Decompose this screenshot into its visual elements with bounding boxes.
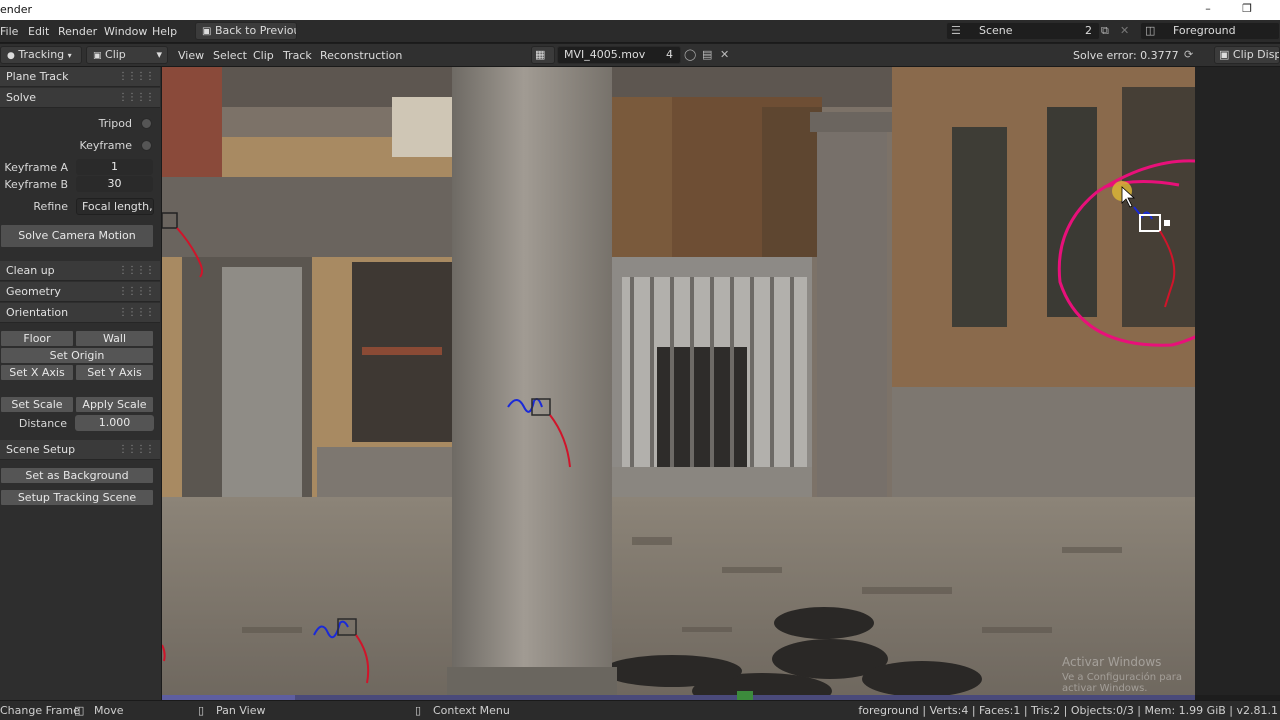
view-layer-selector[interactable]: ◫ Foreground [1140,22,1280,40]
tracking-mode-icon: ● [7,51,15,61]
drag-grip-icon[interactable]: ⋮⋮⋮⋮ [118,261,155,281]
clip-frame [162,67,1195,695]
current-frame-indicator[interactable] [737,691,753,700]
keyframe-a-label: Keyframe A [4,161,68,174]
keyframe-a-field[interactable]: 1 [76,159,153,175]
new-scene-icon[interactable]: ⧉ [1101,24,1109,38]
drag-grip-icon[interactable]: ⋮⋮⋮⋮ [118,67,155,87]
chevron-down-icon: ▾ [67,51,72,60]
clip-browse-button[interactable]: ▦ [531,46,555,64]
clip-display-button[interactable]: ▣ Clip Displ [1214,46,1280,64]
menu-reconstruction[interactable]: Reconstruction [320,49,402,62]
scene-icon: ☰ [951,24,961,37]
menu-track[interactable]: Track [283,49,312,62]
mode-select[interactable]: ● Tracking ▾ [0,46,82,64]
clip-name-field[interactable]: MVI_4005.mov 4 [557,46,681,64]
menu-window[interactable]: Window [104,25,147,38]
scene-selector[interactable]: ☰ Scene 2 [946,22,1100,40]
panel-geometry[interactable]: Geometry ⋮⋮⋮⋮ [0,282,160,302]
mouse-move-icon: ◫ [74,704,85,717]
mouse-right-icon: ▯ [415,704,422,717]
tool-sidebar: Plane Track ⋮⋮⋮⋮ Solve ⋮⋮⋮⋮ Tripod Keyfr… [0,67,162,700]
clip-editor-header: ● Tracking ▾ ▣ Clip ▾ View Select Clip T… [0,44,1280,67]
close-icon[interactable]: ✕ [720,48,729,61]
panel-scene-setup[interactable]: Scene Setup ⋮⋮⋮⋮ [0,440,160,460]
back-to-previous-button[interactable]: ▣ Back to Previous [195,22,297,40]
activation-watermark-title: Activar Windows [1062,655,1162,669]
window-titlebar: ender – ❐ [0,0,1280,20]
solve-camera-motion-button[interactable]: Solve Camera Motion [0,224,154,248]
drag-grip-icon[interactable]: ⋮⋮⋮⋮ [118,440,155,460]
set-y-axis-button[interactable]: Set Y Axis [75,364,154,381]
drag-grip-icon[interactable]: ⋮⋮⋮⋮ [118,282,155,302]
status-change-frame: Change Frame [0,704,80,717]
setup-tracking-scene-button[interactable]: Setup Tracking Scene [0,489,154,506]
right-region-strip [1195,67,1280,695]
floor-button[interactable]: Floor [0,330,74,347]
menu-select[interactable]: Select [213,49,247,62]
screen-icon: ▣ [202,26,212,37]
set-scale-button[interactable]: Set Scale [0,396,74,413]
panel-clean-up[interactable]: Clean up ⋮⋮⋮⋮ [0,261,160,281]
delete-scene-icon[interactable]: ✕ [1120,24,1129,37]
fake-user-icon[interactable]: ◯ [684,48,696,61]
activation-watermark-text: Ve a Configuración para activar Windows. [1062,672,1182,694]
set-as-background-button[interactable]: Set as Background [0,467,154,484]
pivot-icon[interactable]: ⟳ [1184,48,1193,61]
top-menubar: File Edit Render Window Help ▣ Back to P… [0,20,1280,43]
keyframe-b-label: Keyframe B [4,178,68,191]
status-stats: foreground | Verts:4 | Faces:1 | Tris:2 … [858,704,1278,717]
window-title: ender [0,3,33,16]
status-pan-view: Pan View [216,704,266,717]
solve-error-readout: Solve error: 0.3777 [1073,49,1179,62]
menu-edit[interactable]: Edit [28,25,49,38]
wall-button[interactable]: Wall [75,330,154,347]
view-select[interactable]: ▣ Clip ▾ [86,46,168,64]
panel-plane-track[interactable]: Plane Track ⋮⋮⋮⋮ [0,67,160,87]
keyframe-label: Keyframe [79,139,132,152]
menu-view[interactable]: View [178,49,204,62]
set-origin-button[interactable]: Set Origin [0,347,154,364]
minimize-icon[interactable]: – [1198,2,1218,15]
film-icon: ▦ [535,48,546,61]
drag-grip-icon[interactable]: ⋮⋮⋮⋮ [118,303,155,323]
menu-help[interactable]: Help [152,25,177,38]
apply-scale-button[interactable]: Apply Scale [75,396,154,413]
clip-viewport[interactable]: Activar Windows Ve a Configuración para … [162,67,1195,695]
status-context-menu: Context Menu [433,704,510,717]
set-x-axis-button[interactable]: Set X Axis [0,364,74,381]
display-icon: ▣ [1219,48,1230,61]
clip-view-icon: ▣ [93,51,102,61]
refine-label: Refine [33,200,68,213]
panel-orientation[interactable]: Orientation ⋮⋮⋮⋮ [0,303,160,323]
status-move: Move [94,704,124,717]
distance-field[interactable]: 1.000 [75,415,154,431]
restore-icon[interactable]: ❐ [1237,2,1257,15]
menu-file[interactable]: File [0,25,18,38]
tripod-checkbox[interactable] [141,118,152,129]
drag-grip-icon[interactable]: ⋮⋮⋮⋮ [118,88,155,108]
menu-render[interactable]: Render [58,25,97,38]
chevron-down-icon: ▾ [156,48,162,61]
distance-label: Distance [18,417,67,430]
keyframe-checkbox[interactable] [141,140,152,151]
keyframe-b-field[interactable]: 30 [76,176,153,192]
panel-solve[interactable]: Solve ⋮⋮⋮⋮ [0,88,160,108]
status-bar: Change Frame ◫ Move ▯ Pan View ▯ Context… [0,700,1280,720]
refine-select[interactable]: Focal length,... [76,198,154,215]
mouse-middle-icon: ▯ [198,704,205,717]
menu-clip[interactable]: Clip [253,49,274,62]
tripod-label: Tripod [98,117,132,130]
view-layer-icon: ◫ [1145,24,1156,37]
open-folder-icon[interactable]: ▤ [702,48,712,61]
